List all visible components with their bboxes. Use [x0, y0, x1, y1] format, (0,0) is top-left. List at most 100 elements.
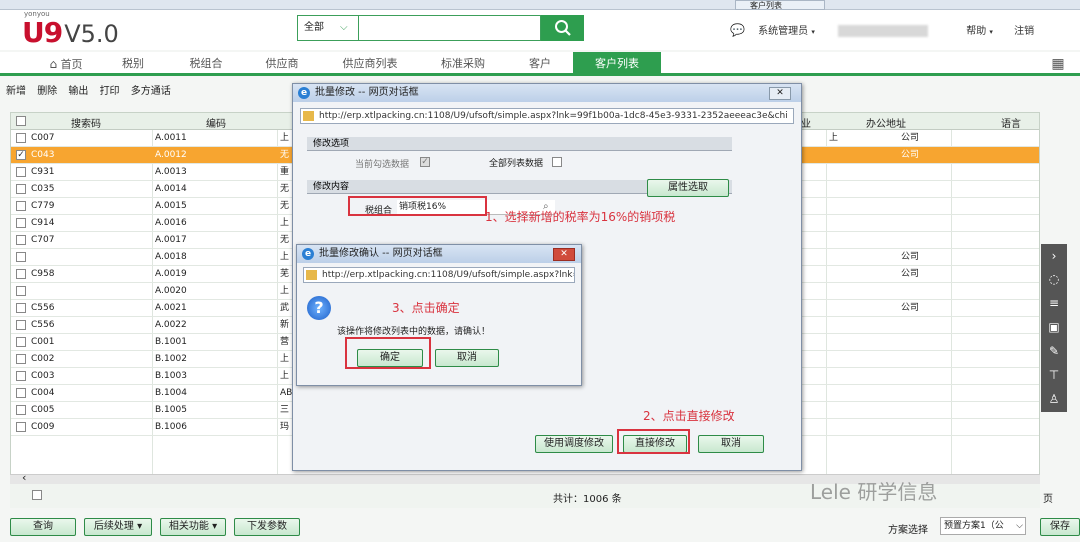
row-checkbox[interactable] — [16, 303, 26, 313]
edit-icon[interactable]: ✎ — [1044, 341, 1064, 361]
cell-code: B.1006 — [155, 422, 187, 432]
batch-dialog-title: 批量修改 -- 网页对话框 — [315, 87, 419, 98]
browser-tab[interactable]: 客户列表 — [735, 0, 825, 10]
cell-name: 无 — [280, 235, 290, 245]
row-checkbox[interactable] — [16, 133, 26, 143]
related-functions-button[interactable]: 相关功能 ▾ — [160, 518, 226, 536]
cell-search-code: C004 — [31, 388, 55, 398]
row-checkbox[interactable] — [16, 235, 26, 245]
save-button[interactable]: 保存 — [1040, 518, 1080, 536]
nav-customer[interactable]: 客户 — [510, 52, 570, 76]
nav-home[interactable]: ⌂ 首页 — [36, 52, 96, 76]
header-industry[interactable]: 业 — [801, 115, 811, 130]
send-params-button[interactable]: 下发参数 — [234, 518, 300, 536]
scroll-left-icon[interactable]: ‹ — [22, 471, 26, 484]
row-checkbox[interactable] — [16, 354, 26, 364]
footer-checkbox[interactable] — [32, 490, 42, 500]
follow-up-button[interactable]: 后续处理 ▾ — [84, 518, 152, 536]
cell-search-code: C035 — [31, 184, 55, 194]
row-checkbox[interactable] — [16, 184, 26, 194]
logout-link[interactable]: 注销 — [1014, 26, 1034, 37]
cell-code: B.1004 — [155, 388, 187, 398]
row-checkbox[interactable] — [16, 422, 26, 432]
dropdown-arrow-icon: ▾ — [137, 521, 143, 532]
highlight-direct-modify — [617, 429, 690, 454]
cell-search-code: C556 — [31, 303, 55, 313]
schedule-modify-button[interactable]: 使用调度修改 — [535, 435, 613, 453]
chat-icon[interactable]: 💬 — [730, 23, 745, 37]
current-checked-label: 当前勾选数据 — [355, 160, 410, 170]
user-area: 💬 系统管理员 ▾ 帮助 ▾ 注销 — [730, 22, 1034, 37]
row-checkbox[interactable]: ✓ — [16, 150, 26, 160]
help-link[interactable]: 帮助 — [966, 26, 986, 37]
multi-call-button[interactable]: 多方通话 — [131, 86, 171, 97]
list-icon[interactable]: ≡ — [1044, 293, 1064, 313]
stamp-icon[interactable]: ♙ — [1044, 389, 1064, 409]
grid-menu-icon[interactable]: ▦ — [1048, 52, 1068, 76]
cell-code: A.0018 — [155, 252, 187, 262]
user-role-menu[interactable]: 系统管理员 — [758, 26, 808, 37]
delete-button[interactable]: 删除 — [37, 86, 57, 97]
expand-arrow-icon[interactable]: › — [1044, 246, 1064, 266]
close-icon[interactable]: ✕ — [769, 87, 791, 100]
header-language[interactable]: 语言 — [1001, 115, 1021, 130]
cell-search-code: C914 — [31, 218, 55, 228]
pager-suffix: 页 — [1043, 494, 1053, 505]
chevron-down-icon: ⌵ — [1016, 521, 1023, 531]
nav-supplier[interactable]: 供应商 — [252, 52, 312, 76]
cell-code: A.0017 — [155, 235, 187, 245]
blurred-username — [838, 25, 929, 37]
logo-version: V5.0 — [64, 20, 119, 48]
row-checkbox[interactable] — [16, 218, 26, 228]
calendar-icon[interactable]: ▣ — [1044, 317, 1064, 337]
row-checkbox[interactable] — [16, 337, 26, 347]
row-checkbox[interactable] — [16, 252, 26, 262]
row-checkbox[interactable] — [16, 167, 26, 177]
cell-name: 武 — [280, 303, 290, 313]
nav-supplier-list[interactable]: 供应商列表 — [330, 52, 410, 76]
cell-code: A.0014 — [155, 184, 187, 194]
add-button[interactable]: 新增 — [6, 86, 26, 97]
row-checkbox[interactable] — [16, 405, 26, 415]
header-search-code[interactable]: 搜索码 — [71, 115, 101, 130]
confirm-message: 该操作将修改列表中的数据，请确认！ — [337, 327, 491, 337]
print-button[interactable]: 打印 — [100, 86, 120, 97]
cell-code: B.1001 — [155, 337, 187, 347]
export-button[interactable]: 输出 — [68, 86, 88, 97]
plan-select[interactable]: 预置方案1（公 ⌵ — [940, 517, 1026, 535]
close-icon[interactable]: ✕ — [553, 248, 575, 261]
select-all-checkbox[interactable] — [16, 116, 26, 126]
all-list-checkbox[interactable] — [552, 157, 562, 167]
row-checkbox[interactable] — [16, 320, 26, 330]
confirm-cancel-button[interactable]: 取消 — [435, 349, 499, 367]
cell-name: 上 — [280, 133, 290, 143]
row-checkbox[interactable] — [16, 388, 26, 398]
search-scope-select[interactable]: 全部 ⌵ — [297, 15, 359, 41]
dropdown-arrow-icon: ▾ — [212, 521, 218, 532]
row-checkbox[interactable] — [16, 269, 26, 279]
attribute-select-button[interactable]: 属性选取 — [647, 179, 729, 197]
query-button[interactable]: 查询 — [10, 518, 76, 536]
watermark: Lele 研学信息 — [810, 480, 938, 504]
nav-tax-type[interactable]: 税别 — [108, 52, 158, 76]
org-chart-icon[interactable]: ⊤ — [1044, 365, 1064, 385]
row-checkbox[interactable] — [16, 201, 26, 211]
current-checked-checkbox[interactable]: ✓ — [420, 157, 430, 167]
header-office-address[interactable]: 办公地址 — [866, 115, 906, 130]
row-checkbox[interactable] — [16, 286, 26, 296]
batch-dialog-titlebar: e 批量修改 -- 网页对话框 ✕ — [293, 84, 801, 102]
header-code[interactable]: 编码 — [206, 115, 226, 130]
cell-name: 上 — [280, 218, 290, 228]
all-list-label: 全部列表数据 — [489, 159, 544, 169]
comment-icon[interactable]: ◌ — [1044, 269, 1064, 289]
batch-cancel-button[interactable]: 取消 — [698, 435, 764, 453]
nav-tax-group[interactable]: 税组合 — [176, 52, 236, 76]
search-input[interactable] — [358, 15, 541, 41]
nav-customer-list[interactable]: 客户列表 — [573, 52, 661, 76]
nav-standard-purchase[interactable]: 标准采购 — [428, 52, 498, 76]
row-checkbox[interactable] — [16, 371, 26, 381]
cell-search-code: C009 — [31, 422, 55, 432]
cell-name: 玛 — [280, 422, 290, 432]
search-button[interactable] — [541, 15, 584, 41]
cell-search-code: C001 — [31, 337, 55, 347]
